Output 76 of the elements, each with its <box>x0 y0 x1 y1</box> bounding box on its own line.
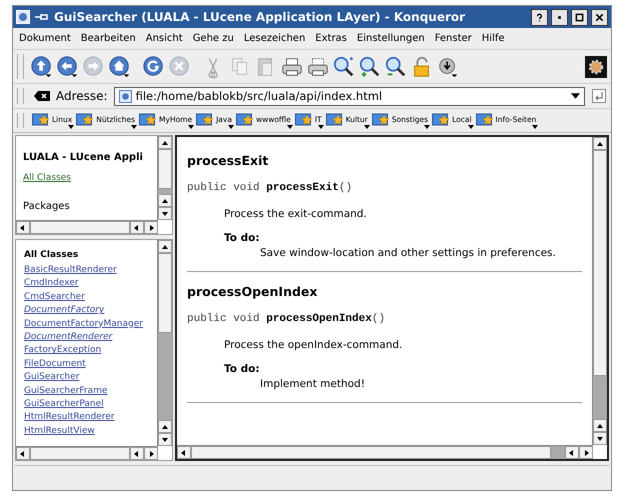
all-classes-link[interactable]: All Classes <box>23 173 71 183</box>
close-button[interactable] <box>591 8 608 26</box>
class-link[interactable]: HtmlResultView <box>24 424 95 438</box>
question-mark-icon <box>535 12 544 22</box>
caret-icon <box>188 125 194 129</box>
address-field[interactable]: file:/home/bablokb/src/luala/api/index.html <box>114 86 585 106</box>
caret-icon <box>468 125 474 129</box>
method-heading: processExit <box>187 153 270 168</box>
menu-item[interactable]: Ansicht <box>146 33 183 44</box>
menu-item[interactable]: Hilfe <box>482 33 505 44</box>
class-link[interactable]: CmdIndexer <box>24 277 79 291</box>
caret-icon <box>68 125 74 129</box>
gear-icon[interactable] <box>585 56 607 78</box>
menu-item[interactable]: Lesezeichen <box>244 33 306 44</box>
caret-icon <box>424 125 430 129</box>
class-link[interactable]: HtmlResultRenderer <box>24 411 114 425</box>
class-link[interactable]: DocumentRenderer <box>24 331 112 344</box>
method-signature: public void processExit() <box>187 182 354 194</box>
class-link[interactable]: CmdSearcher <box>24 290 85 304</box>
toolbar-grip[interactable] <box>17 88 24 104</box>
packages-label: Packages <box>23 201 71 212</box>
vertical-scrollbar[interactable] <box>592 137 607 445</box>
class-link[interactable]: BasicResultRenderer <box>24 264 117 278</box>
todo-label: To do: <box>224 232 261 244</box>
menu-item[interactable]: Bearbeiten <box>80 33 136 44</box>
zoom-in-icon[interactable] <box>358 54 382 78</box>
class-link[interactable]: GuiSearcherPanel <box>24 398 104 412</box>
pin-icon[interactable] <box>35 12 49 22</box>
dropdown-arrow-icon[interactable] <box>571 93 580 99</box>
caret-icon <box>286 125 293 129</box>
class-link[interactable]: DocumentFactoryManager <box>24 318 143 332</box>
app-icon <box>16 10 30 24</box>
menu-item[interactable]: Einstellungen <box>356 33 425 44</box>
help-button[interactable] <box>531 8 548 26</box>
window-title: GuiSearcher (LUALA - LUcene Application LAyer) - Konqueror <box>54 10 466 24</box>
todo-text: Save window-location and other settings in preferences. <box>260 247 557 259</box>
menu-item[interactable]: Gehe zu <box>192 33 234 44</box>
zoom-out-icon[interactable] <box>384 54 408 78</box>
menu-item[interactable]: Dokument <box>19 33 71 44</box>
todo-label: To do: <box>224 363 261 375</box>
method-description: Process the exit-command. <box>224 208 368 220</box>
todo-text: Implement method! <box>260 378 366 390</box>
minimize-button[interactable] <box>551 8 568 26</box>
clear-location-icon[interactable] <box>34 90 50 102</box>
magnifier-icon[interactable] <box>332 54 356 78</box>
method-description: Process the openIndex-command. <box>224 339 404 351</box>
frame-heading: All Classes <box>24 250 80 260</box>
menu-item[interactable]: Extras <box>315 33 347 44</box>
class-link[interactable]: DocumentFactory <box>24 304 104 318</box>
menu-item[interactable]: Fenster <box>434 33 472 44</box>
address-label: Adresse: <box>56 89 108 103</box>
class-link[interactable]: GuiSearcher <box>24 371 80 385</box>
vertical-scrollbar[interactable] <box>157 136 172 220</box>
frame-title: LUALA - LUcene Appli <box>23 152 143 163</box>
class-link[interactable]: GuiSearcherFrame <box>24 384 108 398</box>
method-heading: processOpenIndex <box>187 284 318 299</box>
page-icon <box>118 90 132 102</box>
caret-icon <box>228 125 234 129</box>
caret-icon <box>532 125 538 129</box>
vertical-scrollbar[interactable] <box>157 240 172 446</box>
caret-icon <box>318 125 324 129</box>
horizontal-scrollbar[interactable] <box>16 220 158 234</box>
class-link[interactable]: FactoryException <box>24 344 102 358</box>
toolbar-grip[interactable] <box>17 113 24 128</box>
maximize-icon <box>575 12 584 22</box>
caret-icon <box>131 125 138 129</box>
horizontal-scrollbar[interactable] <box>177 445 593 459</box>
home-icon[interactable] <box>108 54 132 78</box>
class-link[interactable]: FileDocument <box>24 358 86 372</box>
toolbar-grip[interactable] <box>17 54 24 79</box>
method-signature: public void processOpenIndex() <box>187 313 386 325</box>
horizontal-scrollbar[interactable] <box>16 446 158 460</box>
maximize-button[interactable] <box>571 8 588 26</box>
caret-icon <box>364 125 370 129</box>
go-icon[interactable] <box>591 88 607 104</box>
close-icon <box>595 12 604 22</box>
